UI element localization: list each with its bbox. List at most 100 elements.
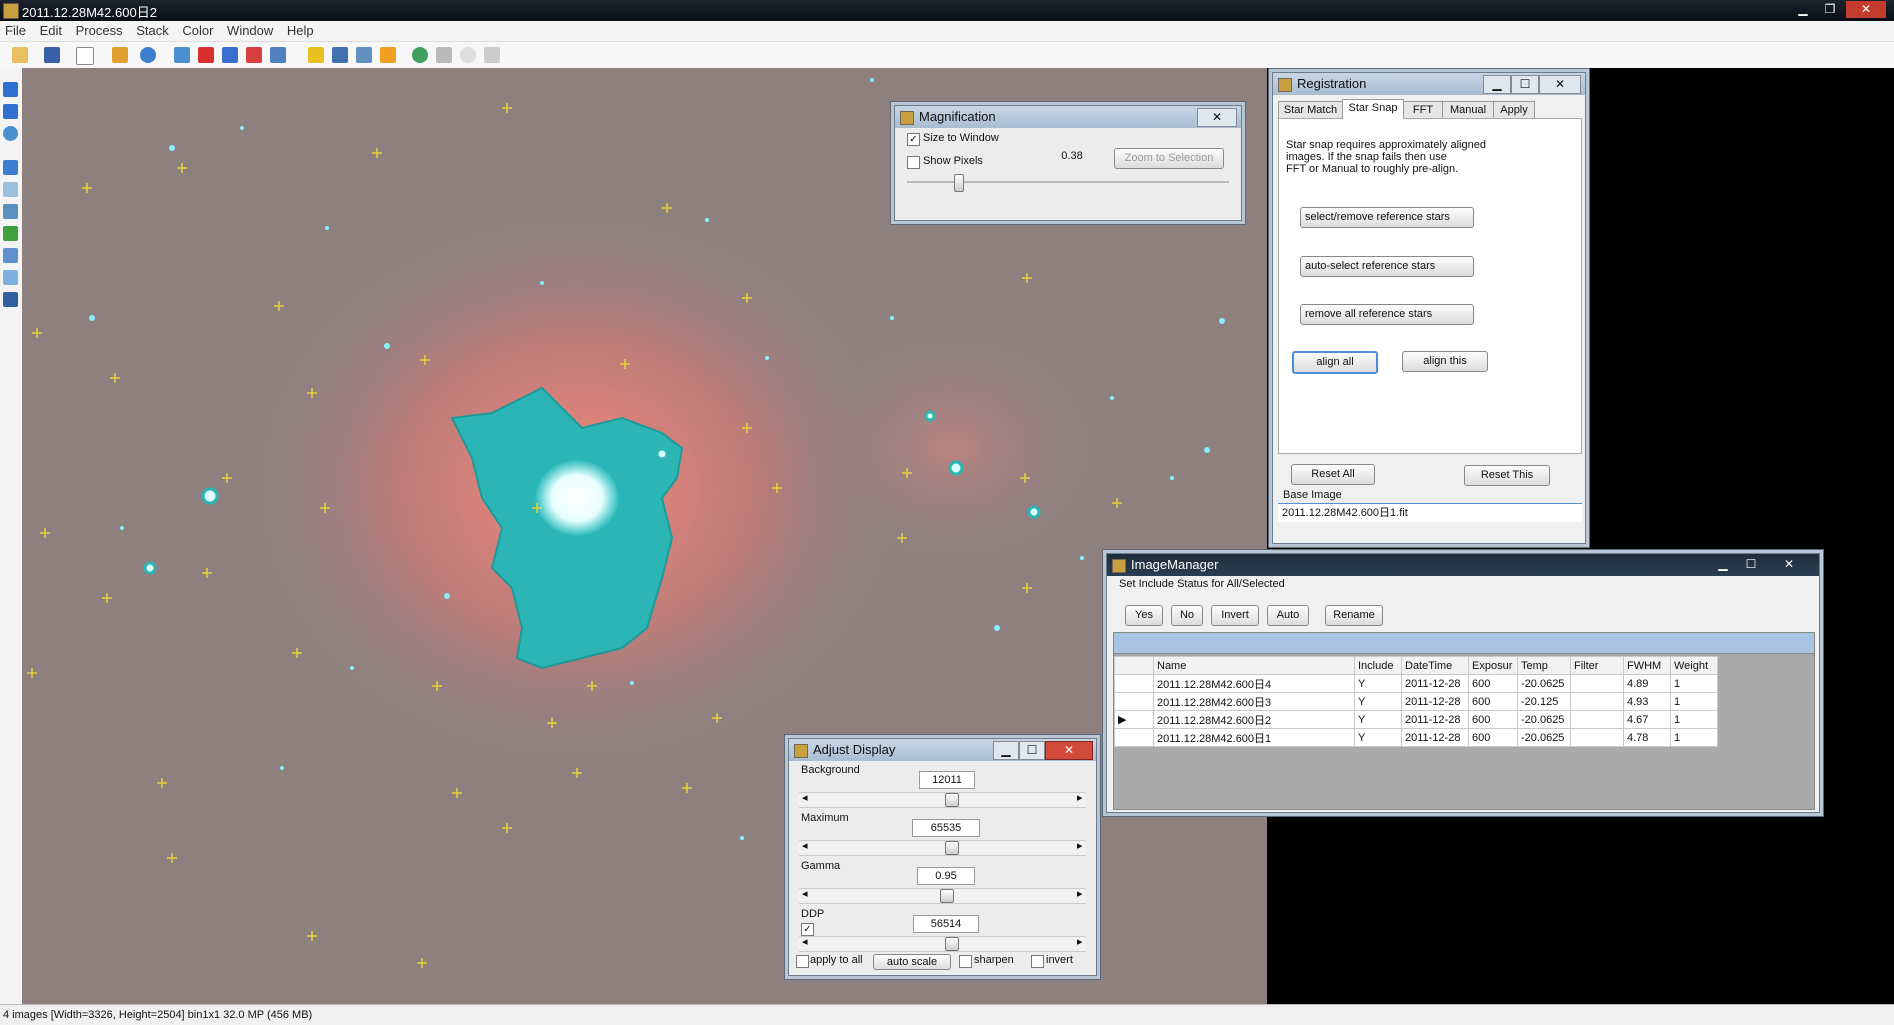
column-datetime[interactable]: DateTime <box>1401 656 1469 675</box>
zoom-slider-thumb[interactable] <box>954 174 965 192</box>
background-slider-thumb[interactable] <box>944 793 959 807</box>
cell-datetime[interactable]: 2011-12-28 <box>1401 674 1469 693</box>
cell-weight[interactable]: 1 <box>1670 710 1718 729</box>
calculator-icon[interactable] <box>356 47 372 63</box>
cell-exposure[interactable]: 600 <box>1468 674 1518 693</box>
cell-name[interactable]: 2011.12.28M42.600日4 <box>1153 674 1355 693</box>
table-row[interactable]: ▶ 2011.12.28M42.600日2 Y 2011-12-28 600 -… <box>1114 710 1718 729</box>
cell-temp[interactable]: -20.0625 <box>1517 674 1571 693</box>
wrench-icon[interactable] <box>332 47 348 63</box>
stack-icon[interactable] <box>270 47 286 63</box>
column-exposure[interactable]: Exposur <box>1468 656 1518 675</box>
cell-temp[interactable]: -20.125 <box>1517 692 1571 711</box>
open-folder-icon[interactable] <box>12 47 28 63</box>
ddp-slider-thumb[interactable] <box>944 937 959 951</box>
filter-icon[interactable] <box>484 47 500 63</box>
menu-window[interactable]: Window <box>222 21 278 40</box>
cell-datetime[interactable]: 2011-12-28 <box>1401 710 1469 729</box>
flag-icon[interactable] <box>308 47 324 63</box>
cell-exposure[interactable]: 600 <box>1468 692 1518 711</box>
column-include[interactable]: Include <box>1354 656 1402 675</box>
gamma-slider-left-arrow[interactable]: ◂ <box>802 887 808 900</box>
cell-filter[interactable] <box>1570 728 1624 747</box>
swap-icon[interactable] <box>222 47 238 63</box>
cell-include[interactable]: Y <box>1354 674 1402 693</box>
menu-file[interactable]: File <box>0 21 31 40</box>
include-no-button[interactable]: No <box>1171 605 1203 626</box>
cell-exposure[interactable]: 600 <box>1468 728 1518 747</box>
tab-manual[interactable]: Manual <box>1442 101 1494 119</box>
reset-all-button[interactable]: Reset All <box>1291 464 1375 485</box>
cell-fwhm[interactable]: 4.67 <box>1623 710 1671 729</box>
cell-weight[interactable]: 1 <box>1670 728 1718 747</box>
menu-process[interactable]: Process <box>71 21 128 40</box>
close-button[interactable]: ✕ <box>1197 108 1237 127</box>
tab-star-snap[interactable]: Star Snap <box>1342 99 1404 119</box>
person-icon[interactable] <box>3 248 18 263</box>
apply-to-all-checkbox[interactable] <box>796 955 809 968</box>
background-value-field[interactable]: 12011 <box>919 771 975 789</box>
close-button[interactable]: ✕ <box>1846 1 1886 18</box>
minus-icon[interactable] <box>246 47 262 63</box>
background-slider[interactable] <box>799 792 1086 808</box>
gamma-slider-thumb[interactable] <box>939 889 954 903</box>
invert-checkbox[interactable] <box>1031 955 1044 968</box>
auto-scale-button[interactable]: auto scale <box>873 954 951 970</box>
rename-button[interactable]: Rename <box>1325 605 1383 626</box>
tab-star-match[interactable]: Star Match <box>1278 101 1343 119</box>
menu-stack[interactable]: Stack <box>131 21 174 40</box>
flip-icon[interactable] <box>3 160 18 175</box>
cell-fwhm[interactable]: 4.89 <box>1623 674 1671 693</box>
include-auto-button[interactable]: Auto <box>1267 605 1309 626</box>
auto-select-reference-stars-button[interactable]: auto-select reference stars <box>1300 256 1474 277</box>
minimize-button[interactable]: ▁ <box>1790 1 1816 18</box>
ddp-slider[interactable] <box>799 936 1086 952</box>
camera-icon[interactable] <box>174 47 190 63</box>
column-name[interactable]: Name <box>1153 656 1355 675</box>
sharpen-checkbox[interactable] <box>959 955 972 968</box>
base-image-field[interactable]: 2011.12.28M42.600日1.fit <box>1278 503 1582 522</box>
cell-filter[interactable] <box>1570 692 1624 711</box>
maximum-slider-thumb[interactable] <box>944 841 959 855</box>
maximum-slider[interactable] <box>799 840 1086 856</box>
bulb-icon[interactable] <box>3 182 18 197</box>
column-filter[interactable]: Filter <box>1570 656 1624 675</box>
maximize-button[interactable]: ☐ <box>1511 75 1539 94</box>
maximum-value-field[interactable]: 65535 <box>912 819 980 837</box>
include-invert-button[interactable]: Invert <box>1211 605 1259 626</box>
document-icon[interactable] <box>3 270 18 285</box>
key-icon[interactable] <box>112 47 128 63</box>
tab-apply[interactable]: Apply <box>1493 101 1535 119</box>
menu-help[interactable]: Help <box>282 21 319 40</box>
reset-this-button[interactable]: Reset This <box>1464 465 1550 486</box>
cell-include[interactable]: Y <box>1354 692 1402 711</box>
circle-icon[interactable] <box>460 47 476 63</box>
gamma-slider-right-arrow[interactable]: ▸ <box>1077 887 1083 900</box>
cell-exposure[interactable]: 600 <box>1468 710 1518 729</box>
restore-button[interactable]: ❐ <box>1817 1 1843 18</box>
background-slider-right-arrow[interactable]: ▸ <box>1077 791 1083 804</box>
include-yes-button[interactable]: Yes <box>1125 605 1163 626</box>
arrow-right-icon[interactable] <box>3 104 18 119</box>
column-temp[interactable]: Temp <box>1517 656 1571 675</box>
close-button[interactable]: ✕ <box>1766 556 1812 573</box>
new-document-icon[interactable] <box>76 47 94 65</box>
cell-weight[interactable]: 1 <box>1670 692 1718 711</box>
cell-fwhm[interactable]: 4.78 <box>1623 728 1671 747</box>
cell-temp[interactable]: -20.0625 <box>1517 728 1571 747</box>
gamma-value-field[interactable]: 0.95 <box>917 867 975 885</box>
star-icon[interactable] <box>198 47 214 63</box>
cell-name[interactable]: 2011.12.28M42.600日3 <box>1153 692 1355 711</box>
help-icon[interactable] <box>140 47 156 63</box>
cell-datetime[interactable]: 2011-12-28 <box>1401 728 1469 747</box>
menu-edit[interactable]: Edit <box>35 21 67 40</box>
ddp-slider-right-arrow[interactable]: ▸ <box>1077 935 1083 948</box>
ddp-slider-left-arrow[interactable]: ◂ <box>802 935 808 948</box>
cell-temp[interactable]: -20.0625 <box>1517 710 1571 729</box>
table-row[interactable]: 2011.12.28M42.600日4 Y 2011-12-28 600 -20… <box>1114 674 1718 693</box>
minimize-button[interactable]: ▁ <box>1483 75 1511 94</box>
align-all-button[interactable]: align all <box>1292 351 1378 374</box>
ddp-value-field[interactable]: 56514 <box>913 915 979 933</box>
arrow-left-icon[interactable] <box>3 82 18 97</box>
column-weight[interactable]: Weight <box>1670 656 1718 675</box>
